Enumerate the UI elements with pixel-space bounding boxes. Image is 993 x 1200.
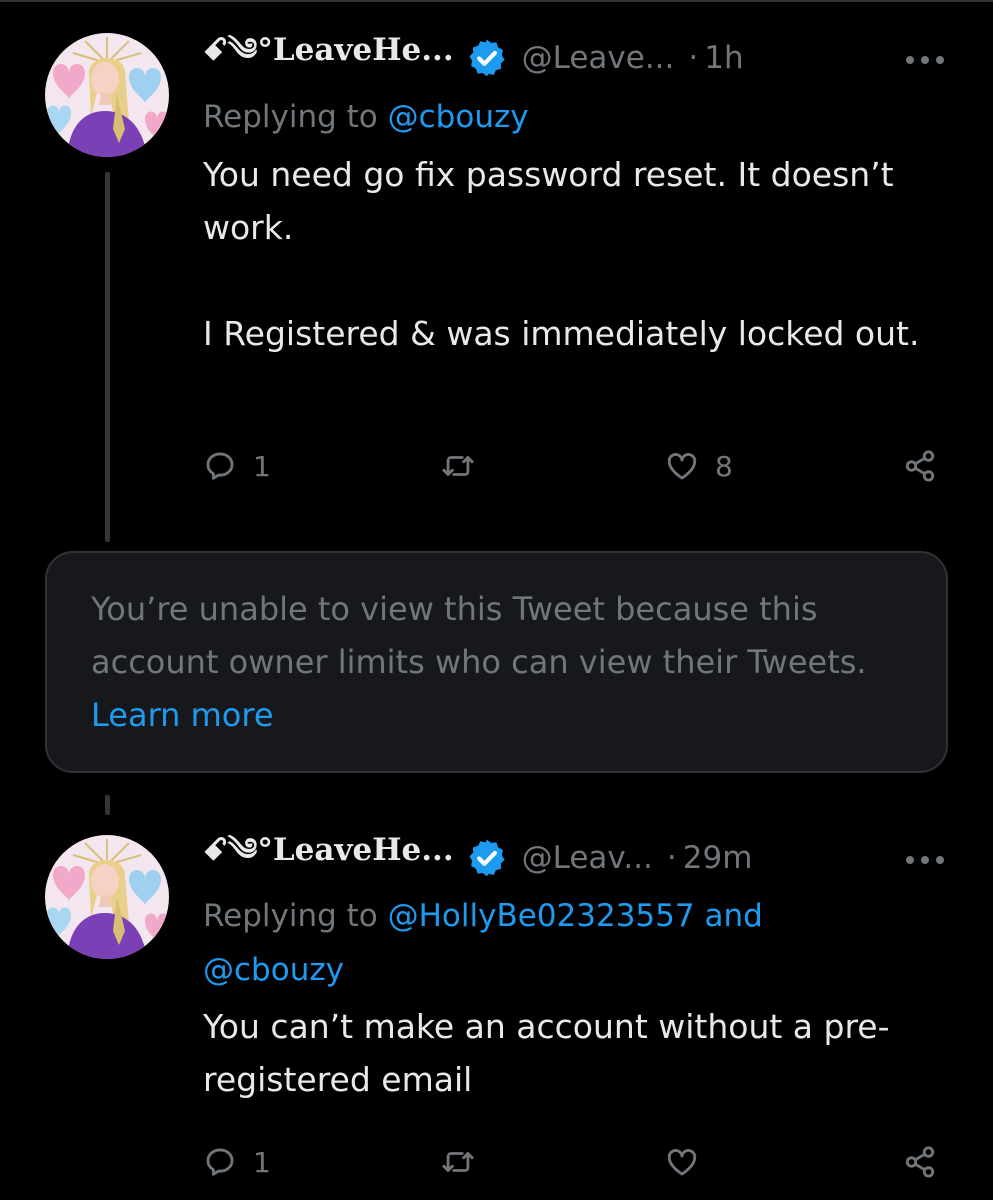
avatar[interactable] [45,33,169,157]
top-divider [0,0,993,2]
tweet-text: You need go fix password reset. It doesn… [203,155,920,353]
share-icon [905,450,935,482]
reply-button[interactable]: 1 [203,444,271,488]
thread-line-short [105,795,110,815]
like-count: 8 [715,449,733,483]
replying-prefix: Replying to [203,898,388,934]
avatar-image [45,33,169,157]
mention-link[interactable]: @HollyBe02323557 and [388,898,763,934]
share-icon [905,1146,935,1178]
replying-to: Replying to @HollyBe02323557 and @cbouzy [203,889,763,997]
share-button[interactable] [903,1140,937,1184]
reply-count: 1 [253,449,271,483]
verified-badge-icon [469,39,505,77]
handle[interactable]: @Leav... [522,840,653,876]
retweet-icon [442,1152,474,1172]
replying-to: Replying to @cbouzy [203,90,529,144]
tweet-actions: 1 8 [203,444,948,488]
tweet-header: ꗃ༄°LeaveHe... @Leave... · 1h [203,28,744,88]
timestamp[interactable]: 29m [683,840,753,876]
replying-prefix: Replying to [203,99,388,135]
retweet-icon [442,456,474,476]
like-icon [667,1149,697,1176]
separator-dot: · [666,840,677,876]
timestamp[interactable]: 1h [704,40,743,76]
avatar[interactable] [45,835,169,959]
tweet-actions: 1 [203,1140,948,1184]
notice-message: You’re unable to view this Tweet because… [91,590,867,681]
reply-icon [206,452,234,480]
notice-text: You’re unable to view this Tweet because… [91,583,902,742]
more-icon[interactable] [903,50,947,70]
reply-button[interactable]: 1 [203,1140,271,1184]
retweet-button[interactable] [441,444,491,488]
like-button[interactable]: 8 [665,444,733,488]
tweet-header: ꗃ༄°LeaveHe... @Leav... · 29m [203,828,752,888]
handle[interactable]: @Leave... [522,40,675,76]
tweet-text: You can’t make an account without a pre-… [203,1007,890,1099]
verified-badge-icon [469,839,505,877]
share-button[interactable] [903,444,937,488]
mention-link[interactable]: @cbouzy [388,99,529,135]
reply-icon [206,1148,234,1176]
display-name[interactable]: ꗃ༄°LeaveHe... [203,15,454,102]
mention-link[interactable]: @cbouzy [203,952,344,988]
like-button[interactable] [665,1140,715,1184]
more-icon[interactable] [903,850,947,870]
reply-count: 1 [253,1145,271,1179]
thread-line [105,172,110,542]
learn-more-link[interactable]: Learn more [91,696,274,734]
separator-dot: · [688,40,699,76]
avatar-image [45,835,169,959]
restricted-tweet-notice: You’re unable to view this Tweet because… [45,551,948,773]
retweet-button[interactable] [441,1140,491,1184]
like-icon [667,453,697,480]
